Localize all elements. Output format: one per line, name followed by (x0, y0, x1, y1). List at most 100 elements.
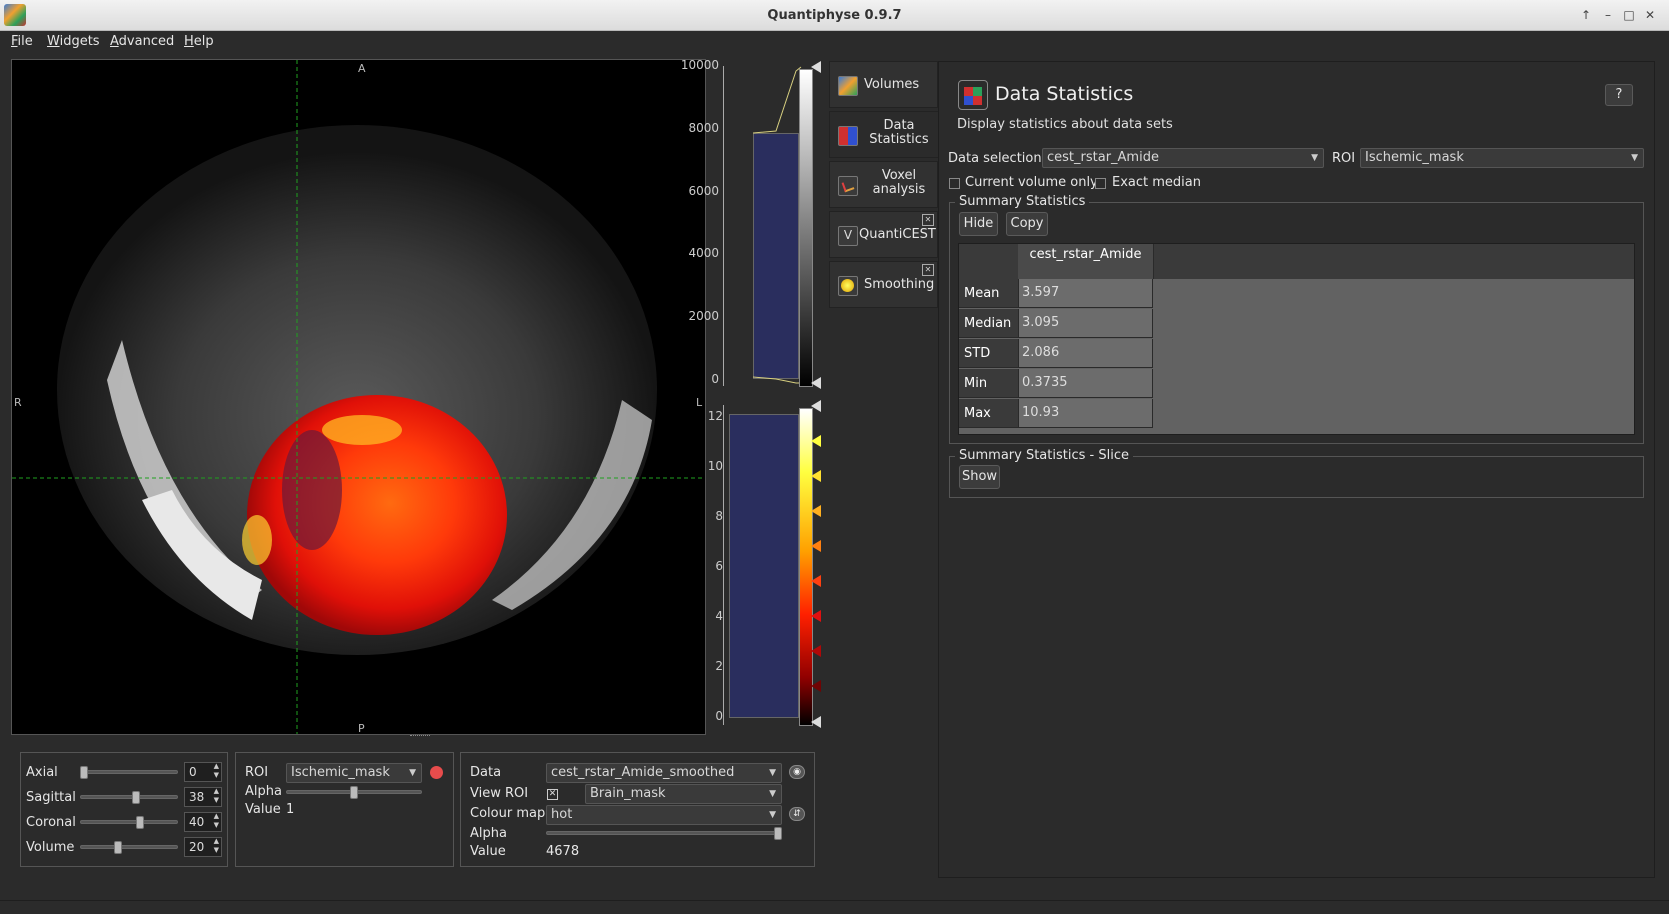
menu-advanced[interactable]: Advanced (110, 34, 174, 49)
tab-volumes-label: Volumes (864, 77, 920, 92)
histogram-top[interactable] (721, 61, 825, 389)
data-alpha-label: Alpha (470, 826, 507, 841)
colorbar-top-tick: 10000 (680, 58, 719, 72)
column-header[interactable]: cest_rstar_Amide (1018, 244, 1154, 279)
stat-value[interactable]: 0.3735 (1018, 369, 1153, 398)
spin-arrows-icon[interactable]: ▲ ▼ (214, 837, 219, 855)
tab-data-statistics-label-2: Statistics (869, 132, 929, 147)
volume-spinbox[interactable]: 20 ▲ ▼ (184, 837, 222, 857)
close-icon[interactable]: ✕ (922, 214, 934, 226)
colour-map-label: Colour map (470, 806, 546, 821)
stat-row-header: STD (959, 339, 1018, 368)
window-close-icon[interactable]: ✕ (1642, 8, 1658, 23)
view-roi-checkbox[interactable]: ✕ (547, 789, 558, 800)
coronal-spinbox[interactable]: 40 ▲ ▼ (184, 812, 222, 832)
menu-widgets[interactable]: Widgets (47, 34, 100, 49)
stat-value[interactable]: 3.597 (1018, 279, 1153, 308)
summary-statistics-slice-title: Summary Statistics - Slice (955, 448, 1133, 463)
eye-icon[interactable]: ◉ (789, 765, 805, 779)
data-alpha-slider[interactable] (546, 831, 782, 835)
current-volume-only-checkbox[interactable] (949, 178, 960, 189)
data-ctrl-value: cest_rstar_Amide_smoothed (551, 765, 735, 780)
colour-map-value: hot (551, 807, 573, 822)
menu-file[interactable]: File (11, 34, 33, 49)
data-ctrl-combo[interactable]: cest_rstar_Amide_smoothed ▼ (546, 763, 782, 783)
volume-label: Volume (26, 840, 75, 855)
hide-button[interactable]: Hide (959, 212, 998, 236)
data-selection-value: cest_rstar_Amide (1047, 150, 1159, 165)
axial-slider[interactable] (80, 770, 178, 774)
view-roi-combo[interactable]: Brain_mask ▼ (585, 784, 782, 804)
roi-color-button[interactable] (430, 766, 443, 779)
copy-button[interactable]: Copy (1006, 212, 1048, 236)
tab-voxel-analysis[interactable]: Voxel analysis (829, 161, 938, 208)
volume-slider-handle[interactable] (114, 841, 123, 854)
help-button[interactable]: ? (1605, 84, 1633, 106)
volume-value: 20 (189, 840, 205, 854)
colorbar-bottom-tick: 4 (715, 609, 723, 623)
image-viewer[interactable]: A P R L (11, 59, 706, 735)
window-minimize-icon[interactable]: – (1600, 8, 1616, 23)
tab-data-statistics-label-1: Data (883, 118, 915, 133)
axial-slider-handle[interactable] (80, 766, 88, 779)
summary-statistics-title: Summary Statistics (955, 194, 1090, 209)
colorbar-bottom-tick: 8 (715, 509, 723, 523)
volume-slider[interactable] (80, 845, 178, 849)
tab-smoothing[interactable]: Smoothing ✕ (829, 261, 938, 308)
spin-arrows-icon[interactable]: ▲ ▼ (214, 787, 219, 805)
axial-spinbox[interactable]: 0 ▲ ▼ (184, 762, 222, 782)
viewer-resize-handle[interactable] (410, 735, 430, 738)
data-selection-combo[interactable]: cest_rstar_Amide ▼ (1042, 148, 1324, 168)
coronal-label: Coronal (26, 815, 76, 830)
close-icon[interactable]: ✕ (922, 264, 934, 276)
roi-combo[interactable]: Ischemic_mask ▼ (1360, 148, 1644, 168)
colour-map-combo[interactable]: hot ▼ (546, 805, 782, 825)
sagittal-slider-handle[interactable] (132, 791, 141, 804)
data-alpha-slider-handle[interactable] (774, 827, 782, 840)
orient-left: R (14, 396, 22, 409)
levels-icon[interactable]: ⇵ (789, 807, 805, 821)
view-roi-value: Brain_mask (590, 786, 666, 801)
chevron-down-icon: ▼ (1631, 153, 1638, 163)
colorbar-top-tick: 4000 (688, 246, 719, 260)
window-maximize-icon[interactable]: □ (1621, 8, 1637, 23)
data-selection-label: Data selection (948, 151, 1042, 166)
menu-help[interactable]: Help (184, 34, 214, 49)
stat-value[interactable]: 2.086 (1018, 339, 1153, 368)
window-up-icon[interactable]: ↑ (1578, 8, 1594, 23)
spin-arrows-icon[interactable]: ▲ ▼ (214, 762, 219, 780)
colorbar-top-tick: 0 (711, 372, 719, 386)
view-roi-label: View ROI (470, 786, 529, 801)
sagittal-label: Sagittal (26, 790, 76, 805)
tab-volumes[interactable]: Volumes (829, 61, 938, 108)
tab-quanticest[interactable]: V QuantiCEST ✕ (829, 211, 938, 258)
voxel-analysis-icon (838, 176, 858, 196)
sagittal-value: 38 (189, 790, 205, 804)
stat-value[interactable]: 10.93 (1018, 399, 1153, 428)
panel-subtitle: Display statistics about data sets (957, 117, 1173, 132)
chevron-down-icon: ▼ (1311, 153, 1318, 163)
exact-median-label: Exact median (1112, 175, 1201, 190)
coronal-slider-handle[interactable] (135, 816, 144, 829)
stat-row-header: Median (959, 309, 1018, 338)
chevron-down-icon: ▼ (769, 810, 776, 820)
spin-arrows-icon[interactable]: ▲ ▼ (214, 812, 219, 830)
data-ctrl-label: Data (470, 765, 502, 780)
roi-ctrl-combo[interactable]: Ischemic_mask ▼ (286, 763, 422, 783)
summary-statistics-table: cest_rstar_Amide Mean 3.597 Median 3.095… (958, 243, 1635, 435)
colorbar-top-tick: 2000 (688, 309, 719, 323)
sagittal-spinbox[interactable]: 38 ▲ ▼ (184, 787, 222, 807)
roi-ctrl-value: Ischemic_mask (291, 765, 390, 780)
table-corner (959, 244, 1019, 279)
sagittal-slider[interactable] (80, 795, 178, 799)
stat-value[interactable]: 3.095 (1018, 309, 1153, 338)
brain-image[interactable] (12, 60, 706, 735)
histogram-bottom[interactable] (721, 400, 825, 730)
exact-median-checkbox[interactable] (1095, 178, 1106, 189)
stat-row-header: Min (959, 369, 1018, 398)
show-button[interactable]: Show (959, 465, 1000, 489)
tab-data-statistics[interactable]: Data Statistics (829, 111, 938, 158)
coronal-slider[interactable] (80, 820, 178, 824)
statusbar (0, 900, 1669, 914)
roi-alpha-slider-handle[interactable] (350, 786, 358, 799)
